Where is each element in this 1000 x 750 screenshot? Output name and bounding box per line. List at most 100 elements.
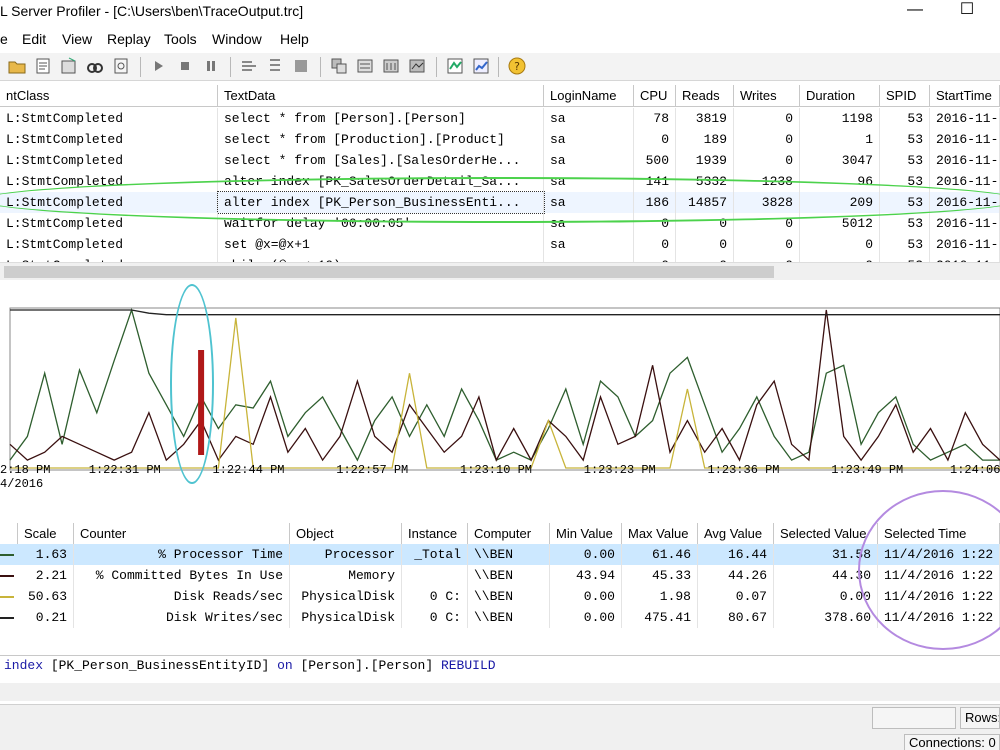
goto-icon[interactable] [292,57,310,75]
counter-cell-min: 0.00 [550,544,622,565]
counter-grid: Scale Counter Object Instance Computer M… [0,523,1000,633]
step-icon[interactable] [240,57,258,75]
find-icon[interactable] [86,57,104,75]
counter-cell-selected: 31.58 [774,544,878,565]
cell-duration: 1198 [800,108,880,129]
menu-window[interactable]: Window [212,31,262,47]
menu-file[interactable]: e [0,31,8,47]
status-panel-empty [872,707,956,729]
stop-icon[interactable] [176,57,194,75]
counter-cell-min: 0.00 [550,607,622,628]
counter-cell-time: 11/4/2016 1:22 [878,586,1000,607]
col-header-counter[interactable]: Counter [74,523,290,545]
menu-edit[interactable]: Edit [22,31,46,47]
cell-writes: 0 [734,150,800,171]
trace-row[interactable]: L:StmtCompleted select * from [Production… [0,129,1000,150]
col-header-reads[interactable]: Reads [676,85,734,107]
copy-icon[interactable] [356,57,374,75]
trace-horizontal-scrollbar[interactable] [0,262,1000,280]
pause-icon[interactable] [202,57,220,75]
bottom-horizontal-scrollbar[interactable] [0,683,1000,701]
chart-icon[interactable] [472,57,490,75]
cell-eventclass: L:StmtCompleted [0,171,218,192]
open-icon[interactable] [8,57,26,75]
cell-duration: 209 [800,192,880,213]
cell-starttime: 2016-11- [930,129,1000,150]
col-header-selected-value[interactable]: Selected Value [774,523,878,545]
toolbar-separator [230,57,231,77]
menu-help[interactable]: Help [280,31,309,47]
menu-replay[interactable]: Replay [107,31,151,47]
trace-row[interactable]: L:StmtCompleted select * from [Sales].[Sa… [0,150,1000,171]
col-header-eventclass[interactable]: ntClass [0,85,218,107]
cell-textdata: select * from [Person].[Person] [218,108,544,129]
svg-text:?: ? [514,60,520,73]
run-icon[interactable] [150,57,168,75]
cell-textdata: set @x=@x+1 [218,234,544,255]
report-icon[interactable] [446,57,464,75]
counter-row[interactable]: 1.63% Processor Time Processor _Total \\BEN… [0,544,1000,565]
cell-duration: 96 [800,171,880,192]
paste-icon[interactable] [382,57,400,75]
properties-icon[interactable] [34,57,52,75]
scrollbar-thumb[interactable] [4,266,774,278]
counter-cell-instance: 0 C: [402,607,468,628]
col-header-duration[interactable]: Duration [800,85,880,107]
col-header-color[interactable] [0,523,18,545]
cell-writes: 0 [734,213,800,234]
counter-cell-max: 1.98 [622,586,698,607]
col-header-scale[interactable]: Scale [18,523,74,545]
counter-cell-scale: 0.21 [18,607,74,628]
col-header-selected-time[interactable]: Selected Time [878,523,1000,545]
menu-tools[interactable]: Tools [164,31,197,47]
cell-spid: 53 [880,108,930,129]
trace-row[interactable]: L:StmtCompleted waitfor delay '00:00:05' s… [0,213,1000,234]
sql-keyword-index: index [4,658,44,673]
save-icon[interactable] [60,57,78,75]
bookmark-icon[interactable] [266,57,284,75]
counter-cell-object: PhysicalDisk [290,607,402,628]
counter-cell-computer: \\BEN [468,607,550,628]
sql-table-name: [Person].[Person] [300,658,434,673]
minimize-button[interactable]: — [900,0,930,22]
sql-text-pane[interactable]: index [PK_Person_BusinessEntityID] on [P… [0,655,1000,677]
counter-cell-avg: 0.07 [698,586,774,607]
counter-cell-counter: % Processor Time [74,544,290,565]
trace-row[interactable]: L:StmtCompleted alter index [PK_SalesOrde… [0,171,1000,192]
trace-row[interactable]: L:StmtCompleted set @x=@x+1 sa 0 0 0 0 53 2016-1… [0,234,1000,255]
col-header-min[interactable]: Min Value [550,523,622,545]
col-header-loginname[interactable]: LoginName [544,85,634,107]
counter-cell-scale: 2.21 [18,565,74,586]
cell-duration: 0 [800,234,880,255]
col-header-writes[interactable]: Writes [734,85,800,107]
template-icon[interactable] [112,57,130,75]
col-header-max[interactable]: Max Value [622,523,698,545]
col-header-cpu[interactable]: CPU [634,85,676,107]
counter-row[interactable]: 50.63 Disk Reads/sec PhysicalDisk 0 C: \\BEN… [0,586,1000,607]
trace-row[interactable]: L:StmtCompleted alter index [PK_Person_Bu… [0,191,1000,214]
maximize-button[interactable]: ☐ [952,0,982,22]
cell-textdata: waitfor delay '00:00:05' [218,213,544,234]
counter-cell-computer: \\BEN [468,544,550,565]
cell-loginname: sa [544,213,634,234]
counter-cell-selected: 0.00 [774,586,878,607]
selected-time-marker[interactable] [198,350,205,455]
col-header-instance[interactable]: Instance [402,523,468,545]
toolbar-separator [498,57,499,77]
col-header-starttime[interactable]: StartTime [930,85,1000,107]
menu-view[interactable]: View [62,31,92,47]
cell-reads: 3819 [676,108,734,129]
cell-spid: 53 [880,192,930,213]
cell-eventclass: L:StmtCompleted [0,150,218,171]
col-header-computer[interactable]: Computer [468,523,550,545]
col-header-avg[interactable]: Avg Value [698,523,774,545]
clear-icon[interactable] [330,57,348,75]
counter-row[interactable]: 2.21% Committed Bytes In Use Memory \\BEN 4… [0,565,1000,586]
col-header-textdata[interactable]: TextData [218,85,544,107]
col-header-object[interactable]: Object [290,523,402,545]
help-icon[interactable]: ? [508,57,526,75]
col-header-spid[interactable]: SPID [880,85,930,107]
counter-row[interactable]: 0.21 Disk Writes/sec PhysicalDisk 0 C: \\BEN… [0,607,1000,628]
trace-row[interactable]: L:StmtCompleted select * from [Person].[P… [0,108,1000,129]
grid-icon[interactable] [408,57,426,75]
